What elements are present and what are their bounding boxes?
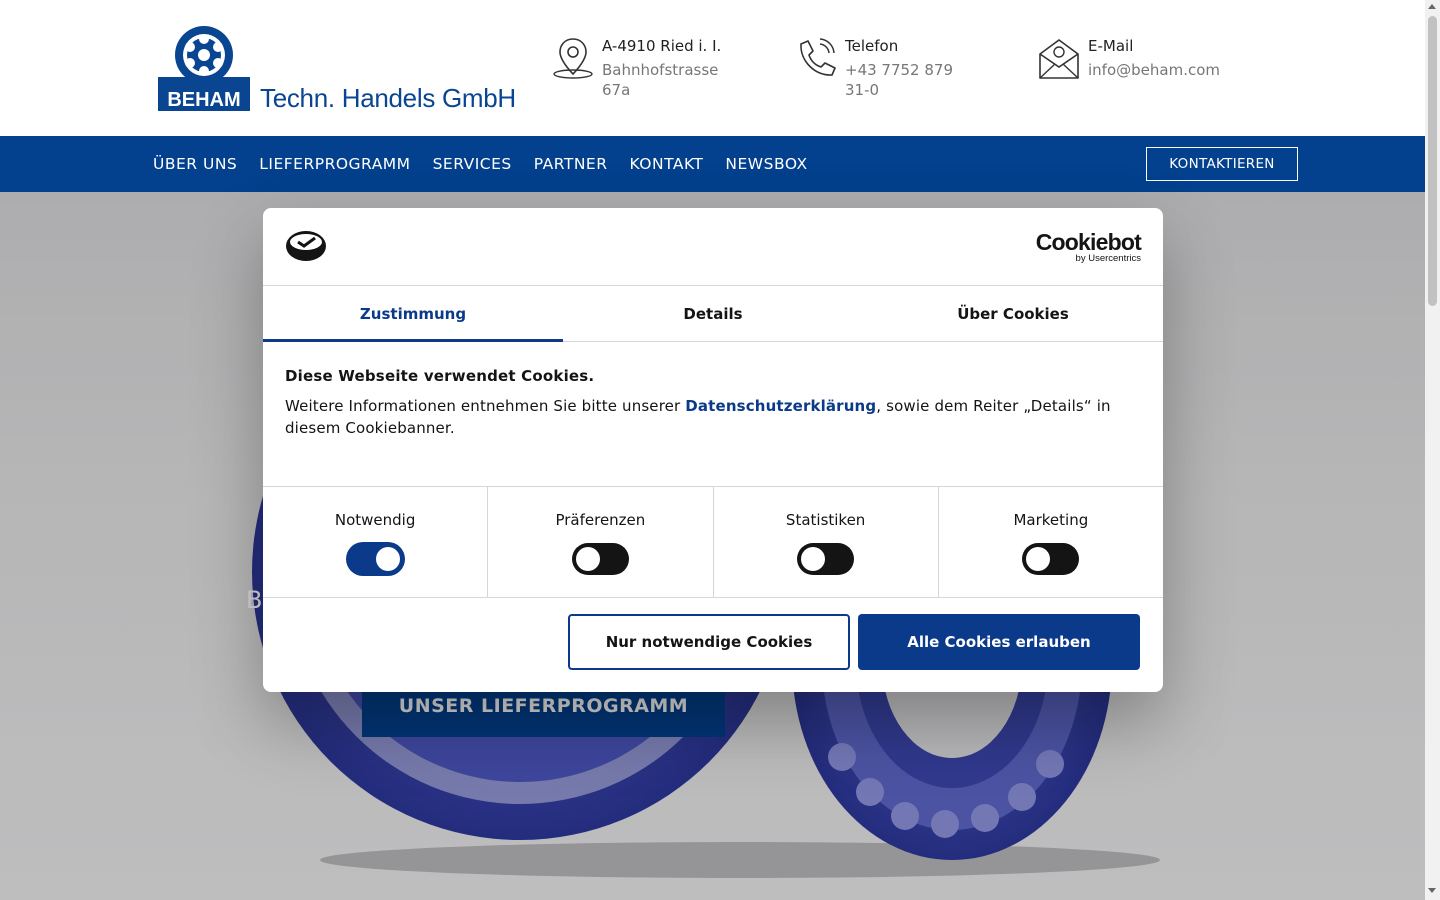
category-label: Marketing (1013, 511, 1089, 529)
tab-zustimmung[interactable]: Zustimmung (263, 286, 563, 342)
email-address[interactable]: info@beham.com (1088, 60, 1220, 80)
cookie-dialog: Cookiebot by Usercentrics Zustimmung Det… (263, 208, 1163, 692)
tab-details[interactable]: Details (563, 286, 863, 341)
toggle-praeferenzen[interactable] (571, 543, 629, 575)
cookie-tabs: Zustimmung Details Über Cookies (263, 286, 1163, 342)
category-label: Notwendig (334, 511, 416, 529)
nav-item-services[interactable]: SERVICES (433, 155, 512, 173)
category-statistiken: Statistiken (714, 487, 939, 597)
cookie-actions: Nur notwendige Cookies Alle Cookies erla… (263, 598, 1163, 692)
nav-item-kontakt[interactable]: KONTAKT (629, 155, 703, 173)
cookie-text: Weitere Informationen entnehmen Sie bitt… (285, 397, 1111, 437)
category-praeferenzen: Präferenzen (488, 487, 714, 597)
contact-button[interactable]: KONTAKTIEREN (1146, 147, 1298, 181)
cookie-dialog-header: Cookiebot by Usercentrics (263, 208, 1163, 286)
category-label: Statistiken (785, 511, 866, 529)
cookiebot-logo[interactable]: Cookiebot by Usercentrics (1036, 230, 1142, 264)
site-header: BEHAM Techn. Handels GmbH A-4910 Ried i.… (0, 0, 1425, 136)
toggle-knob (801, 547, 826, 571)
address-title: A-4910 Ried i. I. (602, 37, 722, 55)
category-marketing: Marketing (939, 487, 1163, 597)
nav-item-lieferprogramm[interactable]: LIEFERPROGRAMM (259, 155, 410, 173)
toggle-marketing[interactable] (1022, 543, 1080, 575)
toggle-statistiken[interactable] (797, 543, 855, 575)
cookie-heading: Diese Webseite verwendet Cookies. (285, 367, 595, 385)
toggle-knob (1026, 547, 1051, 571)
phone-number[interactable]: +43 7752 879 31-0 (845, 60, 953, 100)
toggle-knob (575, 547, 600, 571)
email-block: E-Mail info@beham.com (1038, 36, 1220, 80)
cookie-shield-icon (286, 231, 326, 261)
toggle-notwendig[interactable] (346, 543, 404, 575)
necessary-cookies-button[interactable]: Nur notwendige Cookies (568, 614, 850, 670)
nav-item-partner[interactable]: PARTNER (534, 155, 608, 173)
scroll-down-icon[interactable] (1428, 888, 1436, 893)
page-scrollbar[interactable] (1425, 0, 1440, 900)
allow-all-cookies-button[interactable]: Alle Cookies erlauben (858, 614, 1140, 670)
phone-icon (800, 38, 836, 76)
email-title: E-Mail (1088, 37, 1134, 55)
category-notwendig: Notwendig (263, 487, 489, 597)
phone-title: Telefon (845, 37, 899, 55)
toggle-knob (375, 547, 400, 571)
svg-text:BEHAM: BEHAM (167, 89, 240, 111)
address-block: A-4910 Ried i. I. Bahnhofstrasse 67a (552, 36, 721, 100)
address-line: Bahnhofstrasse 67a (602, 61, 719, 99)
cookie-body: Diese Webseite verwendet Cookies. Weiter… (263, 342, 1163, 486)
privacy-policy-link[interactable]: Datenschutzerklärung (685, 397, 876, 415)
nav-item-ueber-uns[interactable]: ÜBER UNS (153, 155, 237, 173)
email-icon (1039, 39, 1079, 79)
company-logo[interactable]: BEHAM Techn. Handels GmbH (157, 25, 516, 115)
category-label: Präferenzen (555, 511, 646, 529)
beham-logo-icon: BEHAM (158, 26, 250, 111)
scroll-thumb[interactable] (1428, 16, 1437, 306)
main-nav: ÜBER UNS LIEFERPROGRAMM SERVICES PARTNER… (0, 136, 1425, 192)
cookie-categories: Notwendig Präferenzen Statistiken Market… (263, 486, 1163, 598)
map-pin-icon (553, 38, 593, 79)
phone-block: Telefon +43 7752 879 31-0 (795, 36, 953, 100)
scroll-up-icon[interactable] (1428, 4, 1436, 9)
company-name: Techn. Handels GmbH (260, 83, 516, 113)
tab-ueber-cookies[interactable]: Über Cookies (863, 286, 1163, 341)
nav-item-newsbox[interactable]: NEWSBOX (725, 155, 807, 173)
